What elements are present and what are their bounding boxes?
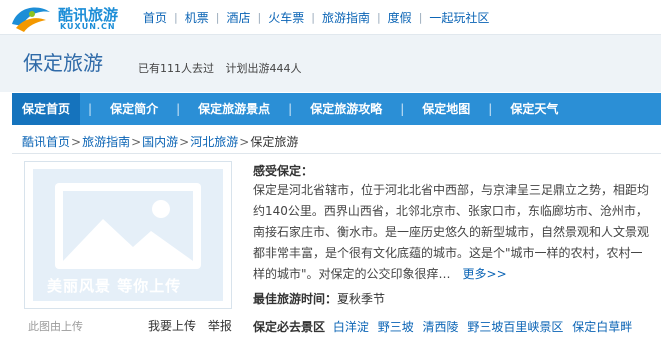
topnav-home[interactable]: 首页 <box>136 9 174 26</box>
tab-separator: | <box>400 102 405 116</box>
city-photo[interactable]: 美丽风景 等你上传 <box>24 161 232 309</box>
spot-link[interactable]: 清西陵 <box>423 320 459 334</box>
tab-home[interactable]: 保定首页 <box>12 93 81 125</box>
tab-intro[interactable]: 保定简介 <box>100 93 168 125</box>
photo-placeholder: 美丽风景 等你上传 <box>33 169 223 301</box>
topnav-hotels[interactable]: 酒店 <box>219 9 257 26</box>
title-band: 保定旅游 已有111人去过 计划出游444人 <box>0 34 661 92</box>
breadcrumb-domestic[interactable]: 国内游 <box>142 135 178 149</box>
intro-heading: 感受保定： <box>253 164 314 178</box>
upload-link[interactable]: 我要上传 <box>148 319 196 333</box>
breadcrumb-home[interactable]: 酷讯首页 <box>22 135 70 149</box>
spot-link[interactable]: 野三坡 <box>378 320 414 334</box>
divider <box>12 153 661 154</box>
more-link[interactable]: 更多>> <box>463 267 507 281</box>
intro-body: 保定是河北省辖市，位于河北北省中西部，与京津呈三足鼎立之势，相距均约140公里。… <box>253 183 650 281</box>
best-season: 最佳旅游时间：夏秋季节 <box>253 290 385 307</box>
intro-text: 保定是河北省辖市，位于河北北省中西部，与京津呈三足鼎立之势，相距均约140公里。… <box>253 180 653 285</box>
tab-separator: | <box>176 102 181 116</box>
tab-separator: | <box>288 102 293 116</box>
site-logo[interactable]: 酷讯旅游 KUXUN.CN <box>8 2 126 34</box>
breadcrumb-separator: > <box>179 135 190 149</box>
tab-map[interactable]: 保定地图 <box>412 93 480 125</box>
tab-attractions[interactable]: 保定旅游景点 <box>188 93 280 125</box>
placeholder-text: 美丽风景 等你上传 <box>47 277 182 295</box>
must-visit-spots: 保定必去景区 白洋淀 野三坡 清西陵 野三坡百里峡景区 保定白草畔 <box>253 318 637 335</box>
spot-link[interactable]: 白洋淀 <box>333 320 369 334</box>
tab-separator: | <box>488 102 493 116</box>
best-season-value: 夏秋季节 <box>337 292 386 306</box>
tab-weather[interactable]: 保定天气 <box>500 93 568 125</box>
top-nav: 首页 | 机票 | 酒店 | 火车票 | 旅游指南 | 度假 | 一起玩社区 <box>136 8 496 26</box>
page-title: 保定旅游 <box>23 51 103 75</box>
tab-guide[interactable]: 保定旅游攻略 <box>300 93 392 125</box>
topnav-community[interactable]: 一起玩社区 <box>422 9 496 26</box>
spot-link[interactable]: 保定白草畔 <box>572 320 632 334</box>
top-nav-bar: 酷讯旅游 KUXUN.CN 首页 | 机票 | 酒店 | 火车票 | 旅游指南 … <box>0 0 661 34</box>
topnav-travel-guide[interactable]: 旅游指南 <box>315 9 377 26</box>
best-season-label: 最佳旅游时间： <box>253 292 338 306</box>
breadcrumb-current: 保定旅游 <box>250 135 299 149</box>
spots-label: 保定必去景区 <box>253 320 326 334</box>
planned-count: 计划出游444人 <box>225 62 302 75</box>
breadcrumb: 酷讯首页>旅游指南>国内游>河北旅游>保定旅游 <box>22 133 298 150</box>
logo-subtext: KUXUN.CN <box>60 22 116 31</box>
breadcrumb-travel-guide[interactable]: 旅游指南 <box>82 135 130 149</box>
photo-caption: 此图由上传 <box>28 320 83 333</box>
breadcrumb-hebei[interactable]: 河北旅游 <box>190 135 238 149</box>
tab-separator: | <box>88 102 93 116</box>
breadcrumb-separator: > <box>239 135 250 149</box>
topnav-flights[interactable]: 机票 <box>178 9 216 26</box>
topnav-vacation[interactable]: 度假 <box>381 9 419 26</box>
photo-actions: 我要上传 举报 <box>148 317 232 334</box>
visit-stats: 已有111人去过 计划出游444人 <box>138 60 310 76</box>
section-tab-bar: 保定首页 | 保定简介 | 保定旅游景点 | 保定旅游攻略 | 保定地图 | 保… <box>12 93 661 125</box>
visited-count: 已有111人去过 <box>138 62 214 75</box>
breadcrumb-separator: > <box>131 135 142 149</box>
topnav-trains[interactable]: 火车票 <box>261 9 311 26</box>
spot-link[interactable]: 野三坡百里峡景区 <box>467 320 563 334</box>
breadcrumb-separator: > <box>71 135 82 149</box>
logo-icon <box>12 7 50 32</box>
report-link[interactable]: 举报 <box>208 319 232 333</box>
